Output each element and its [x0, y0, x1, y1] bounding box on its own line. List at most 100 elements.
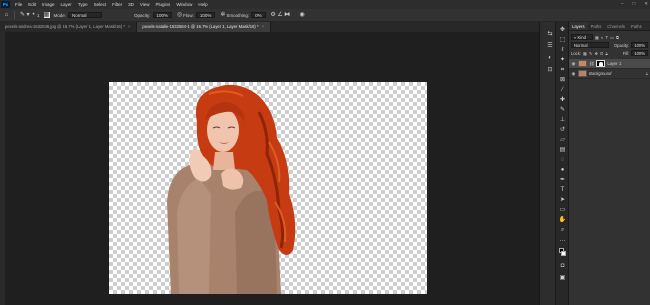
- layer-thumbnail[interactable]: [578, 70, 587, 77]
- brush-tool-icon[interactable]: ✎: [19, 12, 26, 19]
- gradient-tool-icon[interactable]: ▤: [558, 146, 567, 154]
- gear-icon[interactable]: ⚙: [270, 12, 277, 19]
- filter-pixel-icon[interactable]: ▦: [595, 35, 599, 40]
- document-canvas[interactable]: [109, 82, 427, 294]
- eye-icon[interactable]: ◉: [571, 71, 576, 77]
- angle-icon[interactable]: ∠: [277, 12, 284, 19]
- photoshop-logo[interactable]: Ps: [1, 1, 10, 8]
- eye-icon[interactable]: ◉: [571, 61, 576, 67]
- menu-plugins[interactable]: Plugins: [153, 2, 174, 7]
- layer-name[interactable]: Background: [589, 71, 611, 76]
- menu-edit[interactable]: Edit: [25, 2, 39, 7]
- window-controls: – □ ✕: [621, 1, 648, 7]
- brush-settings-icon[interactable]: ▦: [43, 12, 50, 18]
- tab-paths-2[interactable]: Paths: [628, 22, 645, 30]
- brush-tool-icon[interactable]: ✎: [558, 106, 567, 114]
- zoom-tool-icon[interactable]: ⌕: [558, 226, 567, 234]
- lasso-tool-icon[interactable]: ℓ: [558, 46, 567, 54]
- fill-field[interactable]: 100%: [631, 50, 648, 56]
- menu-3d[interactable]: 3D: [125, 2, 137, 7]
- lock-icon: 🔒︎: [645, 71, 648, 76]
- menu-bar: Ps File Edit Image Layer Type Select Fil…: [0, 0, 650, 9]
- tab-paths[interactable]: Paths: [588, 22, 605, 30]
- lock-position-icon[interactable]: ✥: [595, 51, 599, 56]
- menu-image[interactable]: Image: [39, 2, 58, 7]
- flow-field[interactable]: 100%: [195, 12, 216, 18]
- filter-adjustment-icon[interactable]: ◐: [601, 35, 604, 40]
- close-icon[interactable]: ×: [128, 24, 130, 29]
- type-tool-icon[interactable]: T: [558, 186, 567, 194]
- layer-thumbnail[interactable]: [578, 60, 587, 67]
- lock-pixels-icon[interactable]: ▦: [583, 51, 587, 56]
- cutout-subject: [167, 84, 296, 294]
- menu-select[interactable]: Select: [91, 2, 110, 7]
- layer-mask-thumbnail[interactable]: [596, 60, 606, 67]
- maximize-icon[interactable]: □: [633, 1, 636, 7]
- lock-artboard-icon[interactable]: ⊡: [600, 51, 604, 56]
- filter-smart-icon[interactable]: ⧉: [616, 35, 619, 40]
- smoothing-field[interactable]: 0%: [251, 12, 266, 18]
- minimize-icon[interactable]: –: [621, 1, 624, 7]
- layer-row-background[interactable]: ◉ Background 🔒︎: [569, 69, 650, 79]
- frame-tool-icon[interactable]: ⊠: [558, 76, 567, 84]
- menu-filter[interactable]: Filter: [109, 2, 125, 7]
- menu-type[interactable]: Type: [75, 2, 91, 7]
- kind-filter-select[interactable]: ⌕ Kind: [571, 34, 593, 40]
- pen-tool-icon[interactable]: ✒: [558, 176, 567, 184]
- quick-select-tool-icon[interactable]: ✦: [558, 56, 567, 64]
- properties-icon[interactable]: ☰: [546, 42, 554, 50]
- clone-stamp-icon[interactable]: ⊥: [558, 116, 567, 124]
- tab-document-1[interactable]: pexels-andrea-1532546.jpg @ 16.7% (Layer…: [0, 22, 138, 32]
- pressure-size-icon[interactable]: ◉: [299, 12, 306, 19]
- lock-all-icon[interactable]: 🔒︎: [606, 51, 608, 56]
- libraries-icon[interactable]: ⊡: [546, 66, 554, 74]
- layer-opacity-field[interactable]: 100%: [631, 42, 648, 48]
- mode-select[interactable]: Normal: [68, 12, 103, 18]
- eraser-tool-icon[interactable]: ▱: [558, 136, 567, 144]
- airbrush-icon[interactable]: ✲: [219, 12, 226, 19]
- marquee-tool-icon[interactable]: ⬚: [558, 36, 567, 44]
- menu-window[interactable]: Window: [173, 2, 195, 7]
- tab-document-2[interactable]: pexels-natalie-1532584-1 @ 16.7% (Layer …: [137, 22, 272, 32]
- pressure-opacity-icon[interactable]: ◎: [176, 12, 183, 19]
- dodge-tool-icon[interactable]: ●: [558, 166, 567, 174]
- blur-tool-icon[interactable]: ◌: [558, 156, 567, 164]
- link-icon[interactable]: ⛓︎: [589, 61, 594, 67]
- history-brush-icon[interactable]: ↺: [558, 126, 567, 134]
- menu-help[interactable]: Help: [195, 2, 210, 7]
- lock-label: Lock:: [571, 50, 582, 56]
- color-swatches-icon[interactable]: [558, 248, 567, 256]
- lock-paint-icon[interactable]: ✎: [589, 51, 593, 56]
- layer-name[interactable]: Layer 1: [607, 61, 621, 66]
- close-icon[interactable]: ✕: [644, 1, 648, 7]
- menu-layer[interactable]: Layer: [58, 2, 75, 7]
- tab-channels[interactable]: Channels: [604, 22, 628, 30]
- more-tools-icon[interactable]: …: [558, 236, 567, 244]
- menu-file[interactable]: File: [12, 2, 25, 7]
- brush-size-preview[interactable]: • 1: [30, 12, 39, 19]
- path-selection-icon[interactable]: ➤: [558, 196, 567, 204]
- blend-mode-select[interactable]: Normal: [571, 42, 609, 48]
- filter-type-icon[interactable]: T: [606, 35, 609, 40]
- shape-tool-icon[interactable]: ▭: [558, 206, 567, 214]
- healing-brush-icon[interactable]: ✚: [558, 96, 567, 104]
- move-tool-icon[interactable]: ✥: [558, 26, 567, 34]
- symmetry-icon[interactable]: ⧓: [284, 12, 291, 19]
- menu-view[interactable]: View: [137, 2, 153, 7]
- crop-tool-icon[interactable]: ⌗: [558, 66, 567, 74]
- quick-mask-icon[interactable]: ◘: [558, 262, 567, 270]
- history-icon[interactable]: ⇆: [546, 30, 554, 38]
- adjustments-icon[interactable]: ◐: [546, 54, 554, 62]
- workspace[interactable]: [5, 32, 539, 305]
- tab-layers[interactable]: Layers: [569, 22, 588, 30]
- screen-mode-icon[interactable]: ▣: [558, 274, 567, 282]
- home-icon[interactable]: ⌂: [3, 12, 10, 19]
- eyedropper-tool-icon[interactable]: ⁄: [558, 86, 567, 94]
- close-icon[interactable]: ×: [262, 24, 264, 29]
- mode-label: Mode:: [53, 12, 67, 18]
- layer-row-layer-1[interactable]: ◉ ⛓︎ Layer 1: [569, 59, 650, 69]
- filter-shape-icon[interactable]: ▭: [610, 35, 614, 40]
- hand-tool-icon[interactable]: ✋: [558, 216, 567, 224]
- opacity-field[interactable]: 100%: [152, 12, 173, 18]
- layers-panel-tabs: Layers Paths Channels Paths: [569, 22, 650, 31]
